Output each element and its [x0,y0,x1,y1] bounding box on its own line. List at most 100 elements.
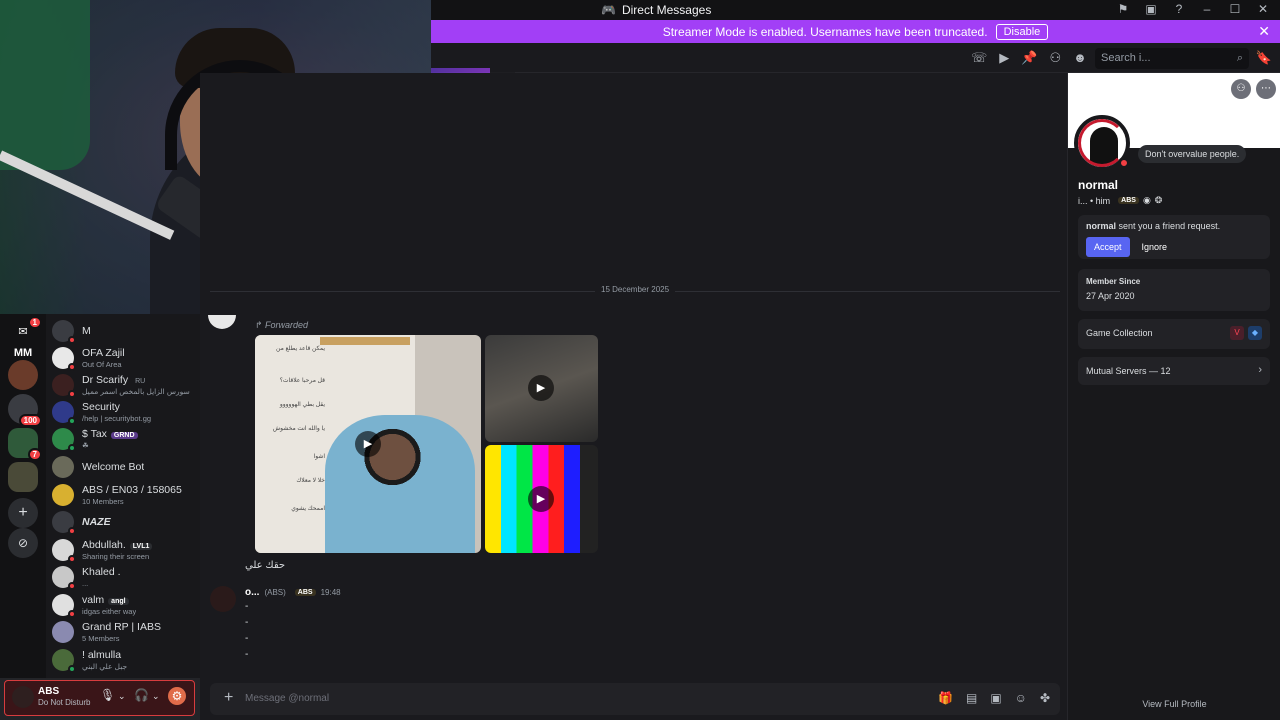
message-author[interactable]: o... [245,587,259,598]
title-bar: 🎮 Direct Messages ⚑ ▣ ? – ☐ ✕ [431,0,1280,20]
dm-item[interactable]: ABS / EN03 / 158065 10 Members [52,482,200,508]
help-icon[interactable]: ? [1172,2,1186,16]
video-attachment-2[interactable]: ▶ [485,335,598,442]
add-server-icon[interactable]: + [8,498,38,528]
dm-item[interactable]: Dr Scarify RU سورس الزايل بالمخص اسمر مميل [52,372,200,398]
media-note: يمكن قاعد يطلع من [276,346,325,352]
play-icon[interactable]: ▶ [528,486,554,512]
forwarded-caption: حقك علي [245,560,286,571]
video-thumb-person [325,415,475,553]
server-icon-2[interactable]: 100 [8,394,42,427]
avatar [52,539,76,563]
status-dnd [68,527,76,535]
friend-request-user: normal [1086,221,1117,231]
video-call-icon[interactable]: ▶ [999,50,1009,66]
accept-button[interactable]: Accept [1086,237,1130,257]
gif-icon[interactable]: ▤ [966,691,977,705]
chat-area: 15 December 2025 ↱ Forwarded يمكن قاعد ي… [200,73,1067,678]
add-attachment-icon[interactable]: + [224,689,233,707]
valorant-icon: V [1230,326,1244,340]
play-icon[interactable]: ▶ [355,431,381,457]
dm-item[interactable]: M [52,318,200,344]
message-line: - [245,601,249,612]
voice-call-icon[interactable]: ☏ [971,50,987,66]
status-dnd [68,610,76,618]
avatar [52,649,76,673]
server-folder-2[interactable] [8,462,38,492]
avatar[interactable] [210,586,236,612]
add-friends-icon[interactable]: ⚇ [1049,50,1061,66]
emoji-icon[interactable]: ☺ [1015,691,1027,705]
dm-tag: LVL1 [129,543,153,551]
media-note: اممحك يشوي [291,506,325,512]
dm-item[interactable]: NAZE [52,509,200,535]
streamer-mode-text: Streamer Mode is enabled. Usernames have… [662,24,988,39]
gear-icon[interactable]: ⚙ [168,687,186,705]
profile-name: normal [1078,178,1119,192]
microphone-icon[interactable]: 🎙 [100,688,115,702]
view-full-profile-link[interactable]: View Full Profile [1068,699,1280,709]
dm-name: $ Tax [82,428,107,441]
minimize-icon[interactable]: – [1200,2,1214,16]
user-profile-icon[interactable]: ☻ [1073,50,1087,66]
dm-item[interactable]: Abdullah. LVL1 Sharing their screen [52,537,200,563]
message-input[interactable]: Message @normal [245,693,329,704]
dm-name: valm [82,594,105,607]
video-attachment-1[interactable]: يمكن قاعد يطلع من قل مرحبا علاقات؟ يقل ب… [255,335,481,553]
close-window-icon[interactable]: ✕ [1256,2,1270,16]
avatar[interactable] [208,315,236,329]
dm-item[interactable]: Khaled .... [52,564,200,590]
disable-streamer-mode-button[interactable]: Disable [995,23,1049,40]
dm-subtitle: سورس الزايل بالمخص اسمر مميل [82,386,190,396]
profile-status-bubble: Don't overvalue people. [1138,145,1247,163]
flag-icon[interactable]: ⚑ [1116,2,1130,16]
video-attachment-3[interactable]: ▶ [485,445,598,553]
chevron-down-icon[interactable]: ⌄ [152,691,160,702]
date-divider: 15 December 2025 [595,285,676,294]
avatar [52,484,74,506]
add-friend-icon[interactable]: ⚇ [1231,79,1251,99]
headphones-icon[interactable]: 🎧 [134,688,149,702]
message-input-box[interactable]: + Message @normal 🎁 ▤ ▣ ☺ ✤ [210,683,1060,715]
more-options-icon[interactable]: ⋯ [1256,79,1276,99]
dm-item[interactable]: OFA Zajil Out Of Area [52,345,200,371]
sticker-icon[interactable]: ▣ [990,691,1001,705]
rocket-league-icon: ◆ [1248,326,1262,340]
dm-name: Welcome Bot [82,460,145,473]
dm-subtitle: 10 Members [82,496,124,506]
gift-icon[interactable]: 🎁 [938,691,953,705]
dm-item[interactable]: Security/help | securitybot.gg [52,399,200,425]
discover-icon[interactable]: ⊘ [8,528,38,558]
dm-item[interactable]: Welcome Bot [52,454,200,480]
screen-share-icon[interactable]: ▣ [1144,2,1158,16]
discord-icon: 🎮 [601,3,616,17]
chevron-down-icon[interactable]: ⌄ [118,691,126,702]
pin-icon[interactable]: 📌 [1021,50,1037,66]
dm-item[interactable]: valm angl idgas either way [52,592,200,618]
server-folder-1[interactable]: 7 [8,428,42,461]
apps-icon[interactable]: ✤ [1040,691,1050,705]
dm-item[interactable]: ! almulla جبل علي البني [52,647,200,673]
media-note: يا والله انت مخشوش [272,426,325,432]
status-dnd [68,390,76,398]
dm-name: ABS / EN03 / 158065 [82,484,182,497]
video-thumb-bar [320,337,410,345]
dm-name: Khaled . [82,566,121,579]
play-icon[interactable]: ▶ [528,375,554,401]
dm-item[interactable]: $ Tax GRND ☘ [52,426,200,452]
dm-tag: GRND [110,432,138,440]
search-input[interactable]: Search i... ⌕ [1095,48,1249,69]
avatar[interactable] [12,686,34,708]
dm-item[interactable]: Grand RP | IABS 5 Members [52,619,200,645]
ignore-button[interactable]: Ignore [1134,237,1176,257]
status-online [68,665,76,673]
maximize-icon[interactable]: ☐ [1228,2,1242,16]
server-icon-1[interactable] [8,360,38,390]
game-collection-card[interactable]: Game Collection V ◆ [1078,319,1270,349]
search-icon: ⌕ [1236,52,1243,64]
forwarded-label: ↱ Forwarded [255,320,309,330]
inbox-icon[interactable]: 🔖 [1256,50,1272,66]
close-icon[interactable]: ✕ [1258,23,1270,40]
mutual-servers-card[interactable]: Mutual Servers — 12 › [1078,357,1270,385]
media-note: يقل بطي الهووووو [279,402,325,408]
